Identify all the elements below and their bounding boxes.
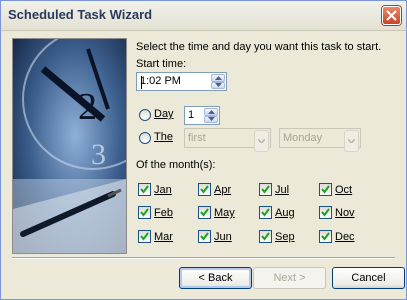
instruction-text: Select the time and day you want this ta…: [136, 41, 382, 53]
cancel-button[interactable]: Cancel: [332, 267, 405, 289]
window-title: Scheduled Task Wizard: [8, 7, 153, 22]
checkmark-icon: [140, 208, 149, 217]
checkmark-icon: [261, 232, 270, 241]
spin-down-icon[interactable]: [211, 81, 225, 89]
month-checkbox[interactable]: [138, 230, 151, 243]
month-checkbox[interactable]: [319, 230, 332, 243]
close-button[interactable]: [382, 6, 401, 25]
weekday-select-value: Monday: [283, 132, 323, 144]
months-label: Of the month(s):: [136, 159, 216, 171]
chevron-down-icon[interactable]: [344, 130, 359, 152]
month-checkbox[interactable]: [259, 206, 272, 219]
the-label: The: [154, 131, 173, 143]
checkmark-icon: [140, 185, 149, 194]
month-checkbox[interactable]: [198, 230, 211, 243]
title-bar: Scheduled Task Wizard: [1, 1, 406, 31]
spin-up-icon[interactable]: [211, 74, 225, 82]
month-label: Sep: [275, 231, 295, 243]
day-radio[interactable]: [139, 109, 151, 121]
svg-text:2: 2: [78, 86, 97, 128]
weekday-select[interactable]: Monday: [279, 128, 361, 152]
month-checkbox[interactable]: [259, 230, 272, 243]
month-checkbox[interactable]: [319, 206, 332, 219]
month-checkbox[interactable]: [138, 206, 151, 219]
start-time-value: 1:02 PM: [140, 75, 181, 87]
checkmark-icon: [321, 208, 330, 217]
month-label: Mar: [154, 231, 173, 243]
start-time-spinner[interactable]: [211, 74, 225, 89]
checkmark-icon: [200, 185, 209, 194]
checkmark-icon: [261, 185, 270, 194]
day-spinner[interactable]: [204, 108, 218, 123]
start-time-label: Start time:: [136, 58, 187, 70]
checkmark-icon: [200, 208, 209, 217]
month-checkbox[interactable]: [259, 183, 272, 196]
month-label: Nov: [335, 207, 355, 219]
checkmark-icon: [140, 232, 149, 241]
separator: [12, 257, 395, 259]
day-label: Day: [154, 108, 174, 120]
month-label: May: [214, 207, 235, 219]
spin-down-icon[interactable]: [204, 115, 218, 123]
month-label: Aug: [275, 207, 295, 219]
text-caret: [141, 76, 142, 89]
month-checkbox[interactable]: [198, 206, 211, 219]
checkmark-icon: [200, 232, 209, 241]
month-checkbox[interactable]: [138, 183, 151, 196]
spin-up-icon[interactable]: [204, 108, 218, 116]
month-label: Jan: [154, 184, 172, 196]
checkmark-icon: [261, 208, 270, 217]
month-checkbox[interactable]: [319, 183, 332, 196]
checkmark-icon: [321, 185, 330, 194]
wizard-window: Scheduled Task Wizard 2 3 Select the tim…: [0, 0, 407, 300]
week-select[interactable]: first: [184, 128, 271, 152]
svg-text:3: 3: [91, 138, 106, 171]
next-button[interactable]: Next >: [253, 267, 326, 289]
chevron-down-icon[interactable]: [254, 130, 269, 152]
day-input[interactable]: 1: [184, 106, 220, 125]
month-label: Jul: [275, 184, 290, 196]
month-label: Jun: [214, 231, 232, 243]
day-value: 1: [188, 109, 195, 121]
month-label: Apr: [214, 184, 232, 196]
start-time-input[interactable]: 1:02 PM: [136, 72, 227, 91]
the-radio[interactable]: [139, 132, 151, 144]
month-checkbox[interactable]: [198, 183, 211, 196]
week-select-value: first: [188, 132, 206, 144]
month-label: Oct: [335, 184, 353, 196]
checkmark-icon: [321, 232, 330, 241]
month-label: Feb: [154, 207, 173, 219]
back-button[interactable]: < Back: [179, 267, 252, 289]
month-label: Dec: [335, 231, 355, 243]
wizard-illustration: 2 3: [12, 38, 127, 254]
close-icon: [386, 10, 397, 21]
